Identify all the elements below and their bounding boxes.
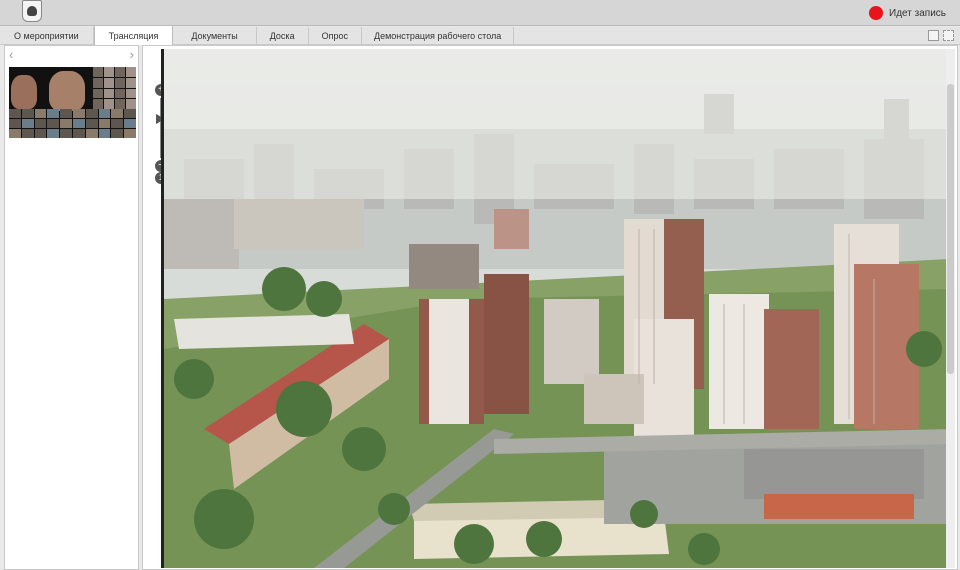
participant-video-1: [11, 75, 37, 109]
participant-video-2: [49, 71, 85, 111]
recording-indicator: Идет запись: [869, 5, 946, 21]
restore-window-icon[interactable]: [928, 30, 939, 41]
vertical-scrollbar[interactable]: [946, 49, 955, 568]
participants-panel: ‹ ›: [4, 45, 139, 570]
scrollbar-thumb[interactable]: [947, 84, 954, 374]
recording-label: Идет запись: [889, 7, 946, 19]
thumbnail-navigation: ‹ ›: [5, 46, 138, 64]
shared-image-city-render: [161, 49, 947, 568]
chevron-right-icon[interactable]: ›: [130, 46, 134, 64]
chevron-left-icon[interactable]: ‹: [9, 46, 13, 64]
city-aerial-render: [164, 49, 947, 568]
fullscreen-icon[interactable]: [943, 30, 954, 41]
participant-grid: [9, 109, 136, 138]
tab-board[interactable]: Доска: [257, 27, 309, 45]
tab-broadcast[interactable]: Трансляция: [93, 25, 174, 45]
coat-of-arms-logo: [22, 0, 42, 22]
tab-documents[interactable]: Документы: [173, 27, 257, 45]
recording-dot-icon: [869, 6, 884, 20]
tab-poll[interactable]: Опрос: [309, 27, 362, 45]
tab-desktop-demo[interactable]: Демонстрация рабочего стола: [362, 27, 515, 45]
participant-grid-side: [93, 67, 136, 109]
tab-bar: О мероприятии Трансляция Документы Доска…: [0, 25, 960, 45]
video-thumbnail[interactable]: [9, 67, 136, 138]
broadcast-area: + − 1: [142, 45, 958, 570]
top-bar: Идет запись: [0, 0, 960, 26]
tab-about-event[interactable]: О мероприятии: [0, 27, 94, 45]
